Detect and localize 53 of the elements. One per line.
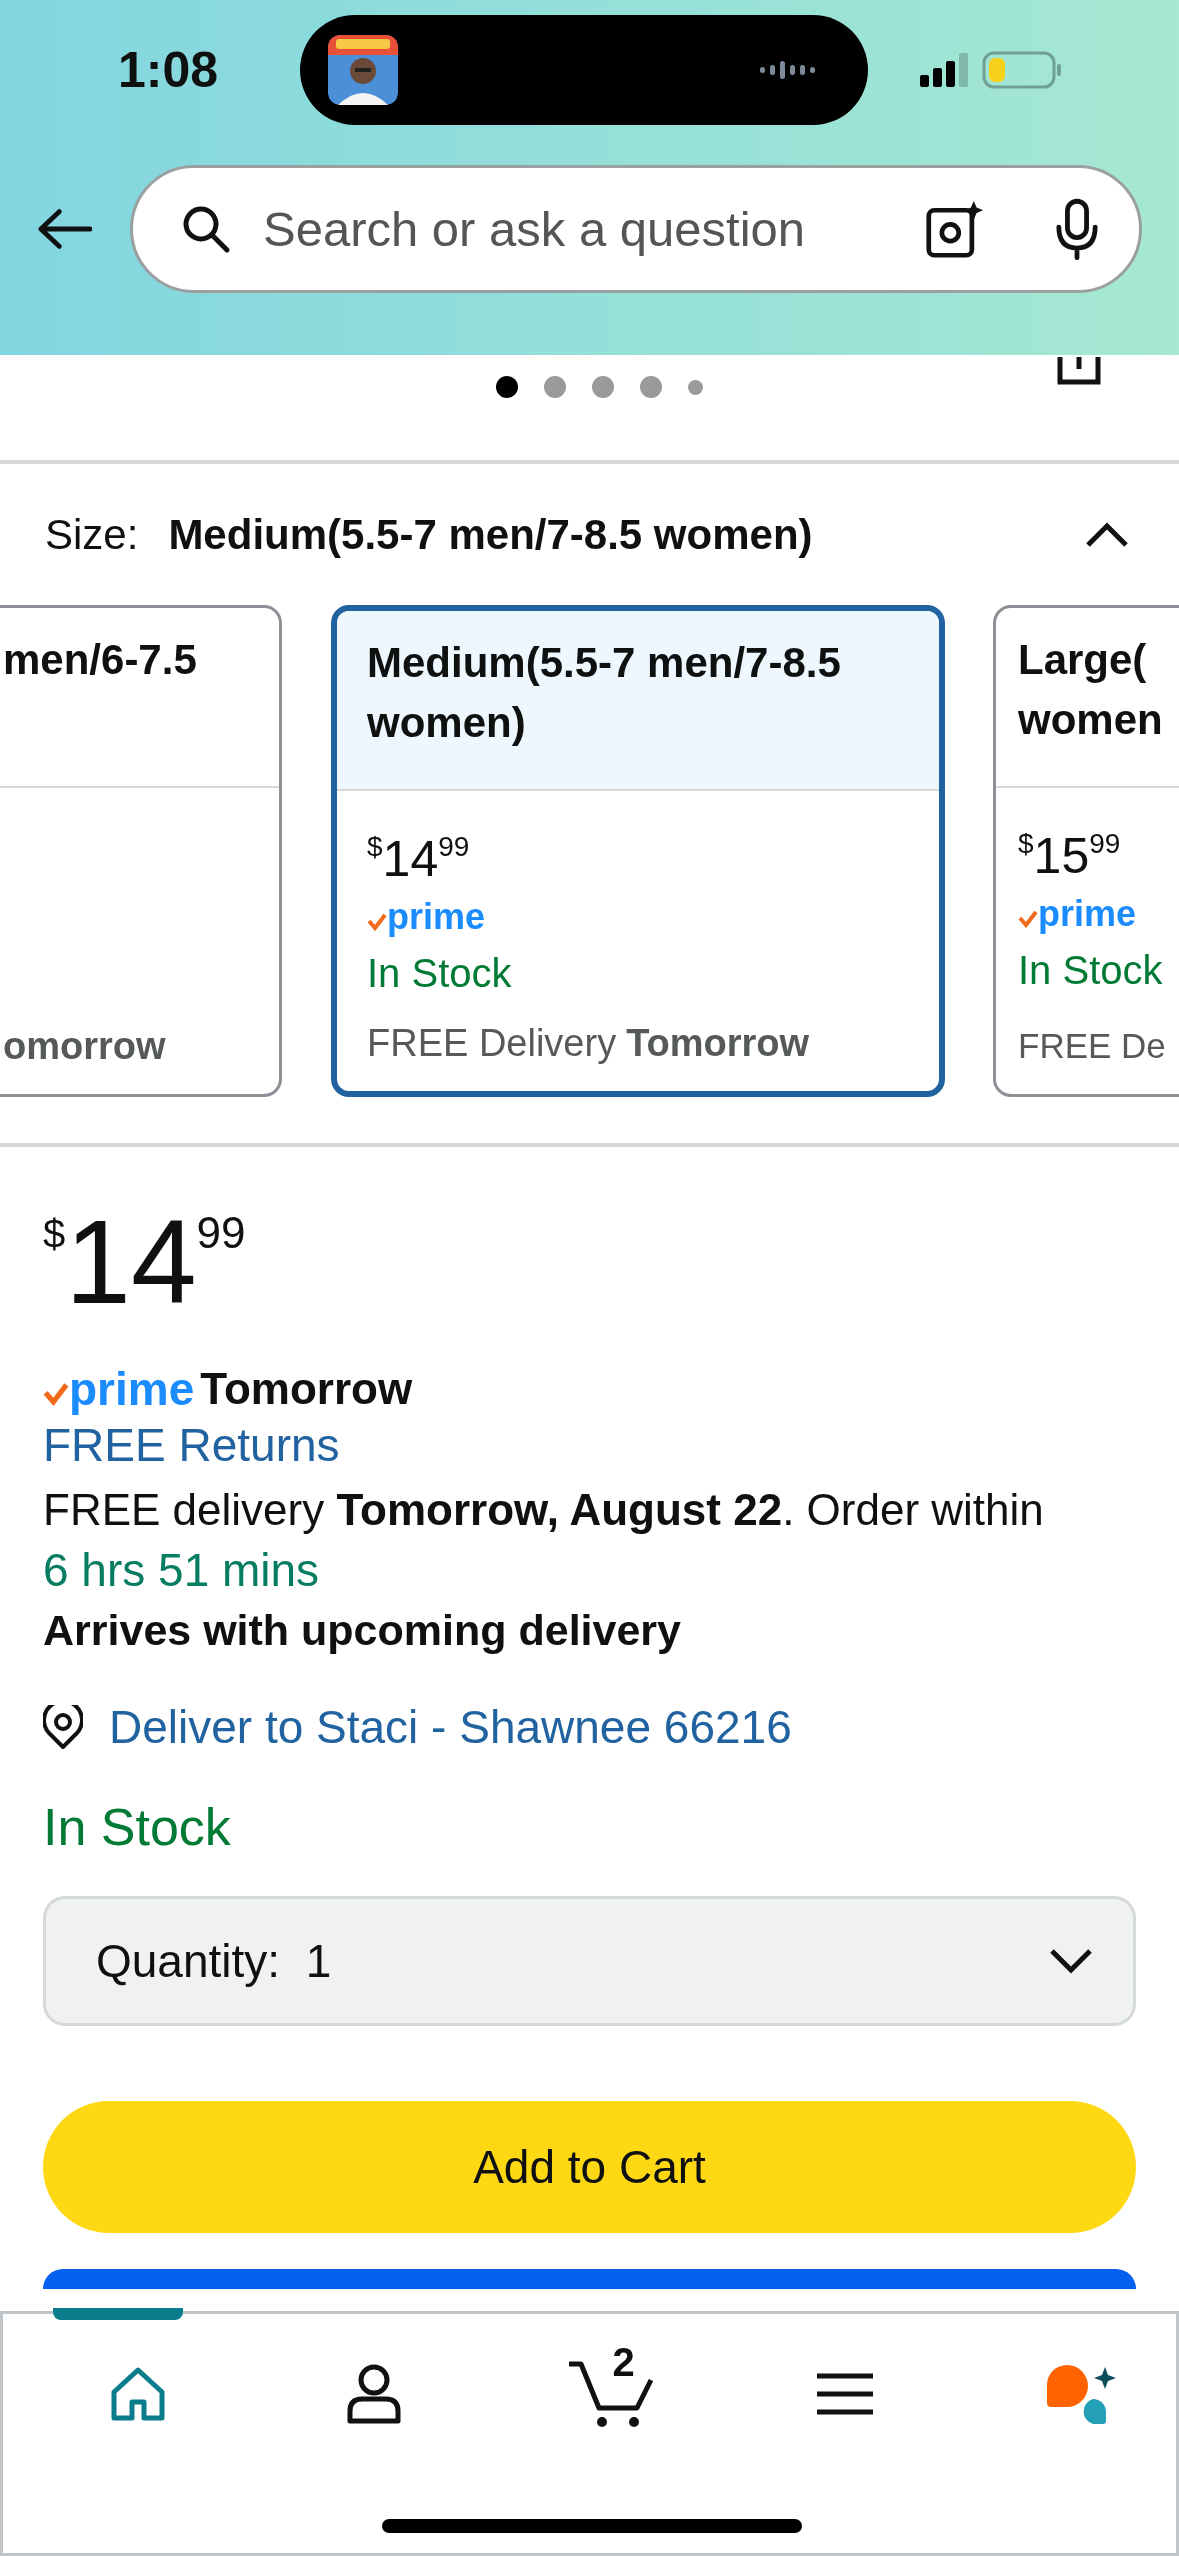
carousel-dot[interactable]	[688, 379, 703, 395]
stock-status: In Stock	[1018, 947, 1164, 994]
option-price: $^{$}$14$^{99}$	[367, 830, 471, 889]
size-option-title: Medium(5.5-7 men/7-8.5 women)	[367, 639, 841, 746]
search-icon	[181, 204, 231, 254]
free-returns-link[interactable]: FREE Returns	[43, 1416, 340, 1474]
prime-logo: prime	[1018, 888, 1137, 940]
size-option-card[interactable]: Medium(5.5-7 men/7-8.5 women) $^{$}$14$^{99}$ prime In Stock FREE Delivery Tomorrow	[331, 605, 945, 1097]
delivery-message: FREE delivery Tomorrow, August 22. Order within	[43, 1484, 1044, 1536]
delivery-info: FREE De	[1018, 1025, 1167, 1067]
cart-count: 2	[612, 2340, 635, 2384]
availability-status: In Stock	[43, 1797, 231, 1858]
size-option-card[interactable]: Large( women $^{$}$15$^{99}$ prime In Stock FREE De	[993, 605, 1179, 1097]
location-pin-icon	[43, 1705, 83, 1749]
status-time: 1:08	[118, 41, 220, 99]
menu-icon[interactable]	[817, 2372, 874, 2416]
arrival-note: Arrives with upcoming delivery	[43, 1605, 681, 1656]
home-icon[interactable]	[110, 2366, 166, 2422]
signal-icon	[920, 53, 970, 87]
size-option-title: men/6-7.5	[3, 636, 197, 683]
option-price: $^{$}$15$^{99}$	[1018, 827, 1122, 886]
size-option-card[interactable]: men/6-7.5 omorrow	[0, 605, 282, 1097]
search-field[interactable]: Search or ask a question	[261, 200, 895, 258]
prime-delivery-day: Tomorrow	[200, 1364, 413, 1414]
deliver-to-link[interactable]: Deliver to Staci - Shawnee 66216	[109, 1698, 792, 1756]
waveform-icon	[760, 60, 816, 80]
chevron-up-icon[interactable]	[1085, 521, 1129, 548]
microphone-icon[interactable]	[1055, 198, 1099, 260]
size-option-title: Large( women	[1018, 636, 1163, 743]
battery-icon	[982, 51, 1062, 89]
quantity-dropdown[interactable]: Quantity: 1	[43, 1896, 1136, 2026]
order-countdown: 6 hrs 51 mins	[43, 1543, 320, 1598]
share-icon[interactable]	[1057, 357, 1101, 385]
carousel-dot[interactable]	[544, 376, 566, 398]
add-to-cart-button[interactable]: Add to Cart	[43, 2101, 1136, 2233]
carousel-dot[interactable]	[592, 376, 614, 398]
chat-bubbles-icon[interactable]	[1045, 2363, 1117, 2425]
carousel-dot[interactable]	[640, 376, 662, 398]
cart-tab[interactable]: 2	[566, 2340, 653, 2430]
search-bar[interactable]: Search or ask a question	[130, 165, 1142, 293]
account-icon[interactable]	[345, 2363, 402, 2425]
chevron-down-icon	[1049, 1948, 1093, 1974]
camera-icon[interactable]	[925, 199, 985, 259]
delivery-info: FREE Delivery Tomorrow	[367, 1021, 811, 1066]
delivery-info: omorrow	[3, 1024, 167, 1069]
back-arrow-icon[interactable]	[38, 209, 92, 249]
size-value: Medium(5.5-7 men/7-8.5 women)	[168, 510, 814, 559]
price: $^{$}$14$^{99}$	[43, 1202, 246, 1322]
size-label: Size:	[45, 510, 139, 559]
prime-logo: prime	[367, 891, 486, 943]
stock-status: In Stock	[367, 950, 513, 997]
carousel-dot[interactable]	[496, 376, 518, 398]
prime-logo: prime	[43, 1362, 195, 1416]
